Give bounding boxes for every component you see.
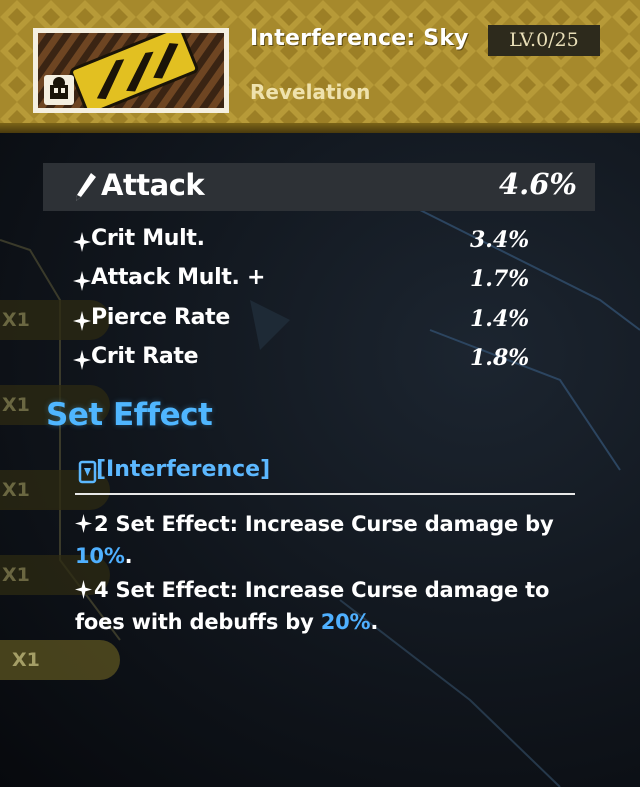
item-header: Interference: Sky LV.0/25 Revelation (0, 0, 640, 133)
sub-stat-label: Crit Rate (91, 344, 199, 369)
sub-stat-label: Pierce Rate (91, 305, 230, 330)
sub-stat-value: 1.8% (470, 345, 530, 371)
revelation-card-icon (38, 33, 224, 108)
sparkle-icon (73, 232, 91, 252)
effect-suffix: . (370, 610, 379, 634)
sub-stat-row: Crit Rate 1.8% (73, 344, 573, 378)
sparkle-icon (73, 350, 91, 370)
sub-stat-value: 1.4% (470, 306, 530, 332)
sub-stat-label: Crit Mult. (91, 226, 205, 251)
set-effect-title: Set Effect (46, 397, 213, 433)
effect-suffix: . (124, 544, 133, 568)
sub-stat-row: Crit Mult. 3.4% (73, 226, 573, 260)
main-stat-value: 4.6% (498, 167, 577, 201)
set-effect-4pc: 4 Set Effect: Increase Curse damage to f… (75, 574, 585, 638)
divider (75, 493, 575, 495)
effect-highlight: 20% (320, 610, 371, 634)
sparkle-icon (73, 271, 91, 291)
effect-text: 2 Set Effect: Increase Curse damage by (94, 512, 554, 536)
item-thumbnail (33, 28, 229, 113)
sub-stat-row: Attack Mult. + 1.7% (73, 265, 573, 299)
sub-stat-label: Attack Mult. + (91, 265, 266, 290)
side-tab[interactable]: X1 (0, 640, 120, 680)
item-name: Interference: Sky (250, 26, 469, 51)
sub-stat-value: 3.4% (470, 227, 530, 253)
sub-stat-row: Pierce Rate 1.4% (73, 305, 573, 339)
tarot-card-icon (78, 460, 97, 484)
set-name: [Interference] (96, 457, 271, 482)
level-badge: LV.0/25 (488, 25, 600, 56)
attack-pen-icon (76, 173, 96, 201)
sparkle-icon (75, 514, 92, 533)
main-stat-label: Attack (101, 168, 205, 202)
sparkle-icon (73, 311, 91, 331)
effect-text: 4 Set Effect: Increase Curse damage to f… (75, 578, 550, 634)
main-stat-row: Attack 4.6% (43, 163, 595, 211)
set-effect-2pc: 2 Set Effect: Increase Curse damage by 1… (75, 508, 585, 572)
sub-stat-value: 1.7% (470, 266, 530, 292)
item-category: Revelation (250, 80, 371, 104)
effect-highlight: 10% (75, 544, 125, 568)
sparkle-icon (75, 580, 92, 599)
